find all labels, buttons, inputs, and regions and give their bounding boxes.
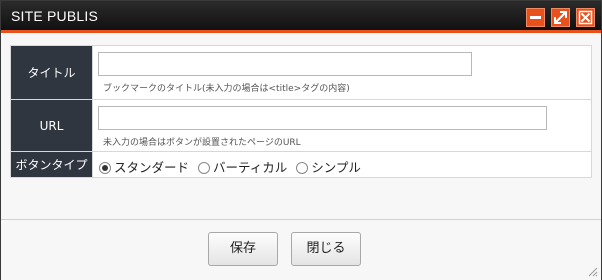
button-type-label: ボタンタイプ — [10, 151, 93, 178]
maximize-icon — [554, 11, 567, 24]
save-button[interactable]: 保存 — [208, 232, 278, 266]
resize-grip-icon[interactable] — [586, 265, 598, 277]
form-row-url: URL 未入力の場合はボタンが設置されたページのURL — [10, 99, 592, 152]
radio-option-vertical[interactable]: バーティカル — [198, 157, 287, 176]
minimize-button[interactable] — [526, 8, 545, 27]
radio-option-standard[interactable]: スタンダード — [99, 157, 189, 176]
settings-form: タイトル ブックマークのタイトル(未入力の場合は<title>タグの内容) UR… — [10, 45, 592, 178]
radio-vertical-label: バーティカル — [213, 160, 288, 175]
url-hint: 未入力の場合はボタンが設置されたページのURL — [103, 138, 301, 148]
button-type-radio-group: スタンダード バーティカル シンプル — [99, 157, 366, 176]
close-icon — [578, 10, 593, 25]
radio-option-simple[interactable]: シンプル — [296, 157, 361, 176]
url-input[interactable] — [98, 106, 547, 130]
title-bar[interactable]: SITE PUBLIS — [1, 1, 601, 33]
close-window-button[interactable] — [576, 8, 595, 27]
dialog-window: SITE PUBLIS タイトル ブックマークのタイトル(未入力の場合は<tit… — [0, 0, 602, 280]
close-button[interactable]: 閉じる — [291, 232, 361, 266]
title-label: タイトル — [10, 45, 93, 100]
maximize-button[interactable] — [551, 8, 570, 27]
title-input[interactable] — [98, 52, 472, 76]
radio-simple[interactable] — [296, 161, 309, 174]
minimize-icon — [530, 16, 541, 19]
form-row-title: タイトル ブックマークのタイトル(未入力の場合は<title>タグの内容) — [10, 45, 592, 100]
radio-vertical[interactable] — [198, 161, 210, 174]
window-title: SITE PUBLIS — [11, 8, 99, 24]
url-label: URL — [10, 99, 93, 152]
title-hint: ブックマークのタイトル(未入力の場合は<title>タグの内容) — [103, 84, 350, 94]
radio-simple-label: シンプル — [311, 160, 361, 175]
radio-standard[interactable] — [99, 161, 111, 174]
form-row-button-type: ボタンタイプ スタンダード バーティカル シンプル — [10, 151, 592, 178]
dialog-footer: 保存 閉じる — [1, 219, 601, 280]
radio-standard-label: スタンダード — [114, 160, 190, 175]
dialog-content: タイトル ブックマークのタイトル(未入力の場合は<title>タグの内容) UR… — [1, 33, 601, 219]
